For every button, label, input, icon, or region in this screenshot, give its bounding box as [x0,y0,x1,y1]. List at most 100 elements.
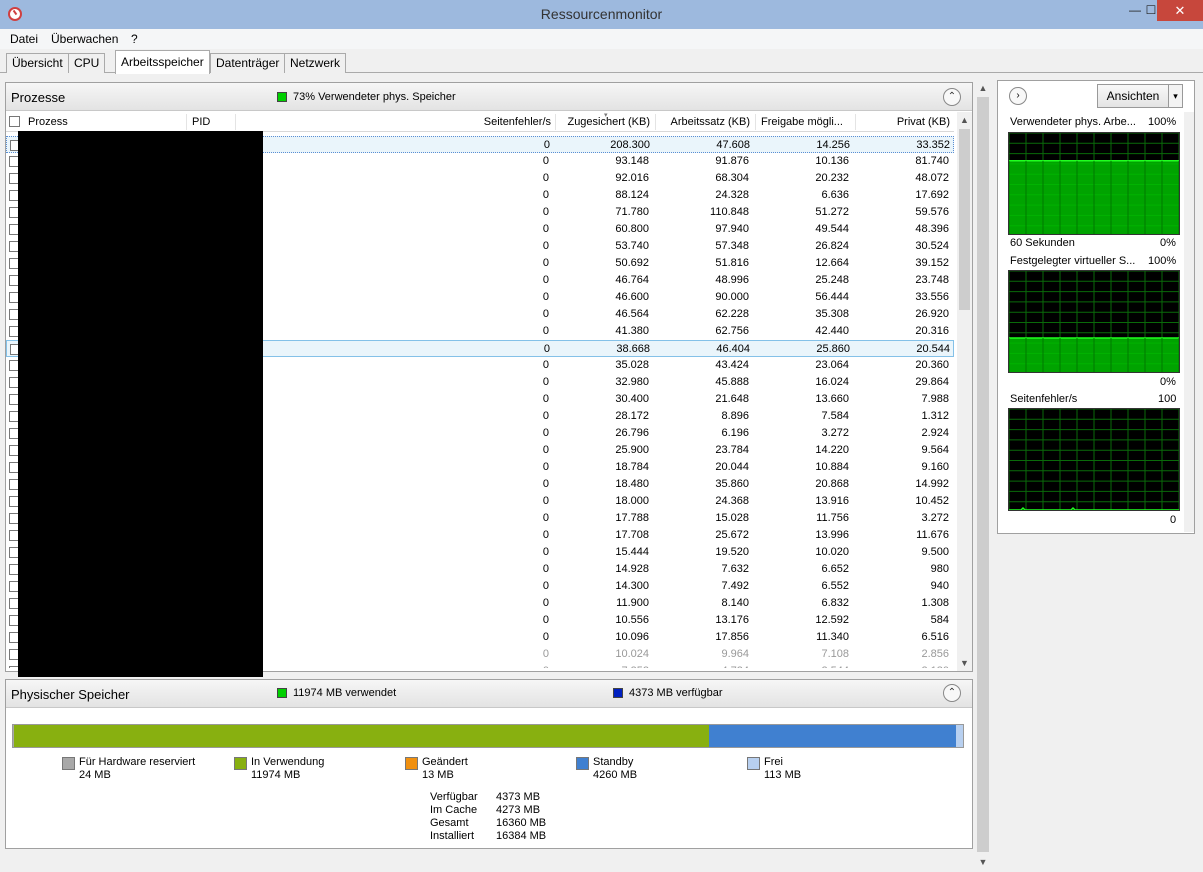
col-divider[interactable] [755,114,756,130]
row-private: 9.564 [921,444,949,456]
row-shareable: 35.308 [815,308,849,320]
col-pid[interactable]: PID [192,116,210,128]
graph-page-faults [1008,408,1180,511]
stat-available-value: 4373 MB [496,791,541,803]
row-private: 33.352 [916,139,950,151]
physical-memory-title: Physischer Speicher [11,687,130,702]
row-private: 940 [930,580,949,592]
bar-standby [709,725,957,747]
col-divider[interactable] [555,114,556,130]
row-workingset: 8.896 [721,410,749,422]
row-workingset: 110.848 [710,206,749,218]
row-workingset: 90.000 [715,291,749,303]
legend-standby-value: 4260 MB [593,769,638,781]
used-memory-swatch [277,92,287,102]
row-pagefaults: 0 [542,529,549,541]
tab-disk[interactable]: Datenträger [210,53,286,73]
row-pagefaults: 0 [542,648,549,660]
col-pagefaults[interactable]: Seitenfehler/s [476,116,551,128]
physical-memory-header[interactable]: Physischer Speicher 11974 MB verwendet 4… [6,680,972,708]
row-committed: 28.172 [615,410,649,422]
col-shareable[interactable]: Freigabe mögli... [761,116,853,128]
side-scrollbar[interactable] [1184,112,1194,532]
row-committed: 11.900 [616,597,649,609]
tab-overview[interactable]: Übersicht [6,53,69,73]
row-workingset: 35.860 [715,478,749,490]
stat-cached-value: 4273 MB [496,804,541,816]
row-workingset: 51.816 [715,257,749,269]
scroll-down-icon[interactable]: ▼ [957,655,972,671]
row-committed: 92.016 [615,172,649,184]
processes-title: Prozesse [11,90,66,105]
row-workingset: 4.724 [659,665,749,668]
row-private: 7.988 [921,393,949,405]
collapse-physical-button[interactable]: ⌃ [943,684,961,702]
select-all-checkbox[interactable] [9,116,20,127]
stat-cached-key: Im Cache [430,804,478,816]
row-shareable: 10.884 [815,461,849,473]
row-shareable: 13.996 [815,529,849,541]
graph-physical-memory [1008,132,1180,235]
menu-monitor[interactable]: Überwachen [51,32,118,46]
row-committed: 46.764 [615,274,649,286]
row-workingset: 97.940 [715,223,749,235]
menu-help[interactable]: ? [131,32,138,46]
row-workingset: 62.228 [715,308,749,320]
row-private: 11.676 [916,529,949,541]
memory-usage-bar [12,724,964,748]
col-divider[interactable] [855,114,856,130]
legend-standby-label: Standby [593,756,634,768]
row-committed: 46.564 [615,308,649,320]
bar-free [956,725,963,747]
row-shareable: 25.248 [815,274,849,286]
processes-header[interactable]: Prozesse 73% Verwendeter phys. Speicher … [6,83,972,111]
row-committed: 10.024 [615,648,649,660]
row-committed: 17.788 [615,512,649,524]
scroll-up-icon[interactable]: ▲ [957,112,972,128]
processes-summary: 73% Verwendeter phys. Speicher [293,91,456,103]
col-divider[interactable] [186,114,187,130]
row-shareable: 12.592 [815,614,849,626]
row-pagefaults: 0 [542,563,549,575]
row-pagefaults: 0 [542,427,549,439]
col-divider[interactable] [655,114,656,130]
col-private[interactable]: Privat (KB) [858,116,950,128]
row-private: 10.452 [915,495,949,507]
row-pagefaults: 0 [542,495,549,507]
scroll-thumb[interactable] [959,129,970,310]
main-scroll-down-icon[interactable]: ▼ [975,854,991,870]
views-button[interactable]: Ansichten [1097,84,1169,108]
views-dropdown-icon[interactable]: ▾ [1168,84,1183,108]
menu-file[interactable]: Datei [10,32,38,46]
legend-hardware-swatch [62,757,75,770]
row-pagefaults: 0 [542,512,549,524]
row-private: 3.272 [921,512,949,524]
col-workingset[interactable]: Arbeitssatz (KB) [658,116,750,128]
process-scrollbar[interactable]: ▲ ▼ [957,112,972,671]
row-private: 1.308 [921,597,949,609]
row-committed: 32.980 [615,376,649,388]
col-process[interactable]: Prozess [28,116,68,128]
tab-memory[interactable]: Arbeitsspeicher [115,50,210,74]
main-scroll-thumb[interactable] [977,97,989,852]
main-scrollbar[interactable]: ▲ ▼ [975,80,991,870]
row-workingset: 68.304 [715,172,749,184]
main-scroll-up-icon[interactable]: ▲ [975,80,991,96]
row-committed: 10.556 [615,614,649,626]
tab-cpu[interactable]: CPU [68,53,106,73]
collapse-processes-button[interactable]: ⌃ [943,88,961,106]
tab-network[interactable]: Netzwerk [284,53,347,73]
row-workingset: 9.964 [721,648,749,660]
row-workingset: 21.648 [715,393,749,405]
redacted-process-names [18,131,263,677]
row-pagefaults: 0 [542,614,549,626]
row-shareable: 56.444 [815,291,849,303]
sort-indicator-icon: ▾ [604,112,608,119]
row-shareable: 14.220 [815,444,849,456]
row-private: 29.864 [915,376,949,388]
row-committed: 41.380 [615,325,649,337]
expand-graphs-icon[interactable]: › [1009,87,1027,105]
close-button[interactable]: ✕ [1157,0,1203,21]
row-pagefaults: 0 [459,665,549,668]
col-divider[interactable] [235,114,236,130]
